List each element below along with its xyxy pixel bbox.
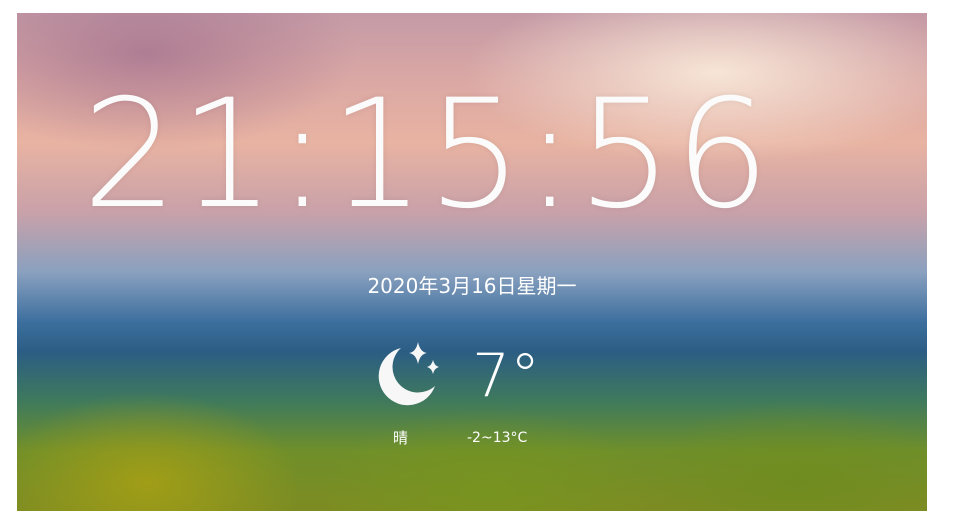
clock-time: 21:15:56 (82, 68, 772, 242)
clock-screen: 21:15:56 2020年3月16日星期一 7° 晴 -2~13°C (17, 13, 927, 511)
clock-date: 2020年3月16日星期一 (367, 274, 577, 298)
weather-condition: 晴 (393, 429, 409, 447)
temperature-range: -2~13°C (467, 430, 528, 446)
weather-widget: 7° 晴 -2~13°C (367, 338, 567, 448)
temperature: 7° (472, 341, 541, 411)
moon-stars-icon (378, 342, 439, 406)
